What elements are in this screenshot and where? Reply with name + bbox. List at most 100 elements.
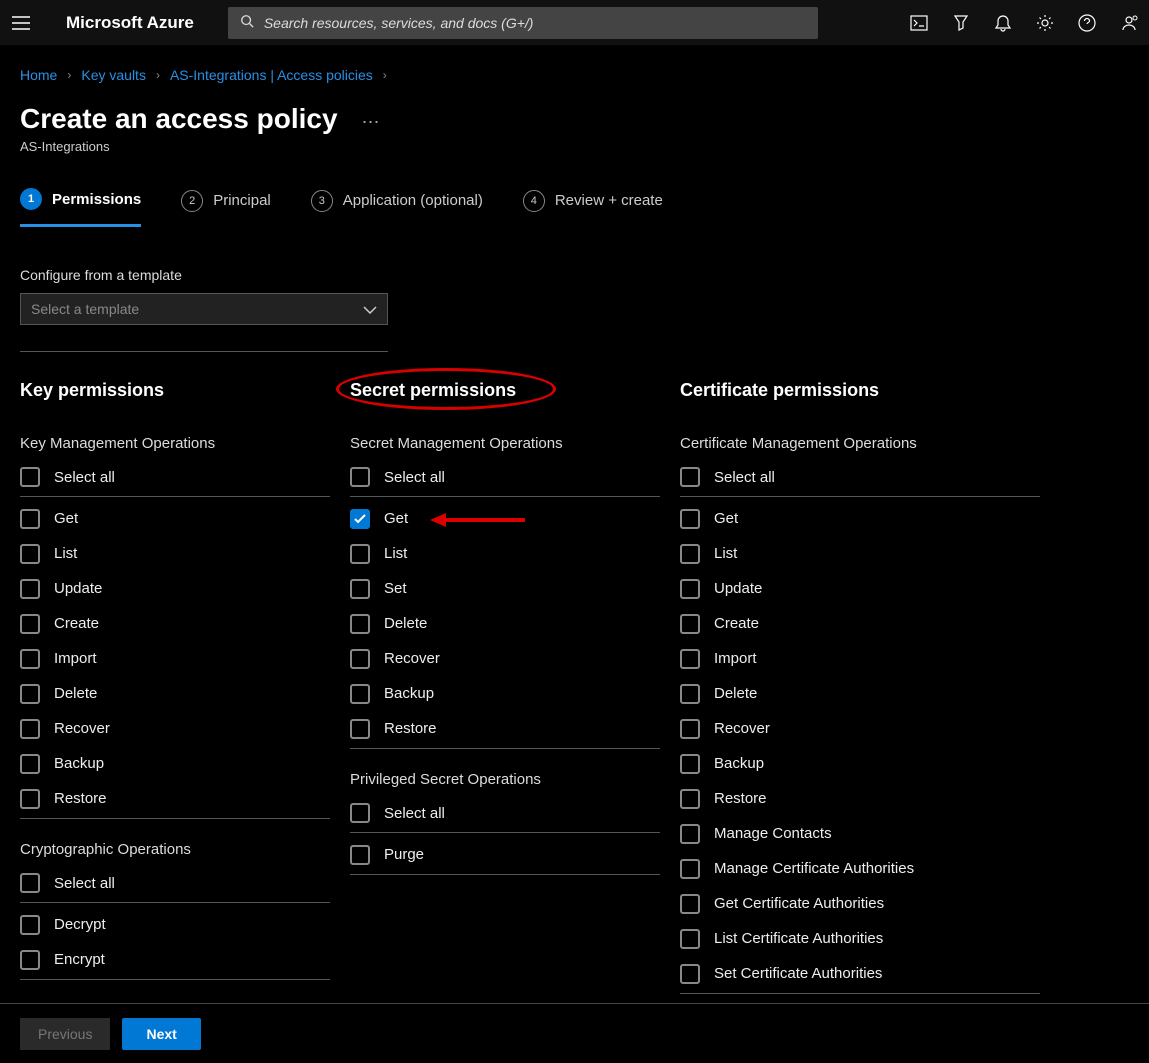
permission-row[interactable]: Delete <box>20 676 330 711</box>
checkbox[interactable] <box>20 789 40 809</box>
permission-row[interactable]: Manage Certificate Authorities <box>680 851 1040 886</box>
checkbox[interactable] <box>20 579 40 599</box>
permission-row[interactable]: Recover <box>350 641 660 676</box>
checkbox[interactable] <box>680 789 700 809</box>
select-all-row[interactable]: Select all <box>350 462 660 497</box>
brand-label: Microsoft Azure <box>66 13 194 33</box>
permission-row[interactable]: Create <box>680 606 1040 641</box>
checkbox[interactable] <box>20 915 40 935</box>
top-bar: Microsoft Azure <box>0 0 1149 45</box>
permission-row[interactable]: Get Certificate Authorities <box>680 886 1040 921</box>
permission-row[interactable]: Backup <box>350 676 660 711</box>
checkbox[interactable] <box>350 845 370 865</box>
checkbox[interactable] <box>680 719 700 739</box>
checkbox[interactable] <box>680 614 700 634</box>
tab-application-optional-[interactable]: 3Application (optional) <box>311 188 483 227</box>
help-icon[interactable] <box>1077 13 1097 33</box>
permission-row[interactable]: Create <box>20 606 330 641</box>
checkbox[interactable] <box>680 579 700 599</box>
permission-row[interactable]: Manage Contacts <box>680 816 1040 851</box>
permission-row[interactable]: Decrypt <box>20 907 330 942</box>
permission-row[interactable]: Get <box>350 501 660 536</box>
permission-row[interactable]: List <box>680 536 1040 571</box>
permission-row[interactable]: Recover <box>680 711 1040 746</box>
tab-principal[interactable]: 2Principal <box>181 188 271 227</box>
permission-row[interactable]: Import <box>680 641 1040 676</box>
select-all-label: Select all <box>54 469 115 486</box>
permission-row[interactable]: Delete <box>350 606 660 641</box>
select-all-row[interactable]: Select all <box>20 462 330 497</box>
permission-row[interactable]: Set Certificate Authorities <box>680 956 1040 991</box>
checkbox[interactable] <box>350 803 370 823</box>
search-box[interactable] <box>228 7 818 39</box>
notifications-icon[interactable] <box>993 13 1013 33</box>
feedback-icon[interactable] <box>1119 13 1139 33</box>
filter-icon[interactable] <box>951 13 971 33</box>
checkbox[interactable] <box>680 754 700 774</box>
permission-row[interactable]: Get <box>20 501 330 536</box>
checkbox[interactable] <box>350 719 370 739</box>
permission-row[interactable]: Set <box>350 571 660 606</box>
checkbox[interactable] <box>680 684 700 704</box>
permission-row[interactable]: Update <box>680 571 1040 606</box>
permission-row[interactable]: List <box>350 536 660 571</box>
permission-row[interactable]: Purge <box>350 837 660 872</box>
checkbox[interactable] <box>680 824 700 844</box>
tab-review-create[interactable]: 4Review + create <box>523 188 663 227</box>
checkbox[interactable] <box>350 467 370 487</box>
breadcrumb-access-policies[interactable]: AS-Integrations | Access policies <box>170 67 373 83</box>
checkbox[interactable] <box>350 579 370 599</box>
permission-row[interactable]: List Certificate Authorities <box>680 921 1040 956</box>
select-all-row[interactable]: Select all <box>680 462 1040 497</box>
permission-row[interactable]: Get <box>680 501 1040 536</box>
permission-row[interactable]: Delete <box>680 676 1040 711</box>
checkbox[interactable] <box>20 873 40 893</box>
checkbox[interactable] <box>350 614 370 634</box>
checkbox[interactable] <box>20 614 40 634</box>
checkbox[interactable] <box>680 467 700 487</box>
menu-icon[interactable] <box>10 12 32 34</box>
checkbox[interactable] <box>20 719 40 739</box>
checkbox[interactable] <box>20 544 40 564</box>
checkbox[interactable] <box>680 859 700 879</box>
more-icon[interactable]: ⋯ <box>362 112 382 133</box>
permission-row[interactable]: Backup <box>680 746 1040 781</box>
breadcrumb-home[interactable]: Home <box>20 67 57 83</box>
checkbox[interactable] <box>680 649 700 669</box>
checkbox[interactable] <box>680 544 700 564</box>
permission-row[interactable]: Backup <box>20 746 330 781</box>
checkbox[interactable] <box>20 950 40 970</box>
checkbox[interactable] <box>680 964 700 984</box>
permission-row[interactable]: Restore <box>680 781 1040 816</box>
checkbox[interactable] <box>350 544 370 564</box>
permission-row[interactable]: Import <box>20 641 330 676</box>
select-all-row[interactable]: Select all <box>350 798 660 833</box>
cloud-shell-icon[interactable] <box>909 13 929 33</box>
settings-icon[interactable] <box>1035 13 1055 33</box>
checkbox[interactable] <box>350 509 370 529</box>
select-all-row[interactable]: Select all <box>20 868 330 903</box>
chevron-down-icon <box>363 301 377 317</box>
template-select[interactable]: Select a template <box>20 293 388 325</box>
breadcrumb-keyvaults[interactable]: Key vaults <box>81 67 146 83</box>
checkbox[interactable] <box>20 684 40 704</box>
permission-row[interactable]: Restore <box>20 781 330 816</box>
permission-row[interactable]: Update <box>20 571 330 606</box>
checkbox[interactable] <box>20 754 40 774</box>
checkbox[interactable] <box>680 894 700 914</box>
checkbox[interactable] <box>20 509 40 529</box>
next-button[interactable]: Next <box>122 1018 200 1050</box>
checkbox[interactable] <box>350 684 370 704</box>
checkbox[interactable] <box>680 929 700 949</box>
permission-row[interactable]: Encrypt <box>20 942 330 977</box>
permission-row[interactable]: Recover <box>20 711 330 746</box>
search-input[interactable] <box>264 15 806 31</box>
tab-permissions[interactable]: 1Permissions <box>20 188 141 227</box>
permission-row[interactable]: List <box>20 536 330 571</box>
checkbox[interactable] <box>680 509 700 529</box>
permission-row[interactable]: Restore <box>350 711 660 746</box>
checkbox[interactable] <box>20 467 40 487</box>
permission-label: Update <box>714 580 762 597</box>
checkbox[interactable] <box>20 649 40 669</box>
checkbox[interactable] <box>350 649 370 669</box>
